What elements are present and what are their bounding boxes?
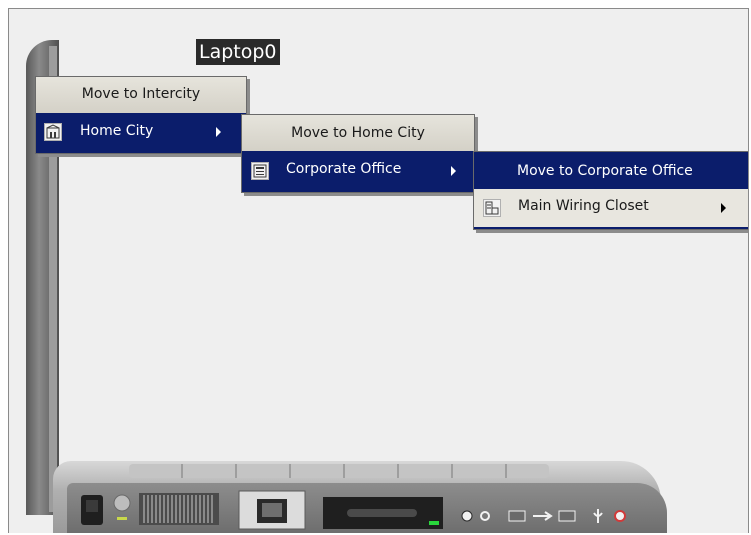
submenu-arrow-icon [451, 166, 456, 176]
menu-item-move-to-corporate-office[interactable]: Move to Corporate Office [474, 152, 748, 189]
menu-item-home-city[interactable]: Home City [36, 113, 246, 151]
workspace-canvas: Laptop0 Move to Intercity Home City Move… [8, 8, 749, 533]
menu-item-main-wiring-closet[interactable]: Main Wiring Closet [474, 189, 748, 227]
menu-item-label: Corporate Office [286, 161, 402, 177]
laptop-port-panel[interactable] [67, 483, 667, 533]
building-icon [44, 123, 62, 141]
menu-item-label: Home City [80, 123, 154, 139]
menu-level3: Move to Corporate Office Main Wiring Clo… [473, 151, 748, 230]
wiring-closet-icon [483, 199, 501, 217]
device-title: Laptop0 [196, 39, 280, 65]
submenu-arrow-icon [216, 127, 221, 137]
submenu-arrow-icon [721, 203, 726, 213]
menu-level2: Move to Home City Corporate Office [241, 114, 475, 193]
menu-item-corporate-office[interactable]: Corporate Office [242, 151, 474, 190]
menu-item-move-to-intercity[interactable]: Move to Intercity [36, 77, 246, 113]
menu-level1: Move to Intercity Home City [35, 76, 247, 154]
laptop-keyboard-edge [129, 464, 549, 478]
office-icon [251, 162, 269, 180]
menu-item-move-to-home-city[interactable]: Move to Home City [242, 115, 474, 151]
menu-item-label: Main Wiring Closet [518, 198, 649, 214]
laptop-ports-icon [81, 490, 626, 530]
